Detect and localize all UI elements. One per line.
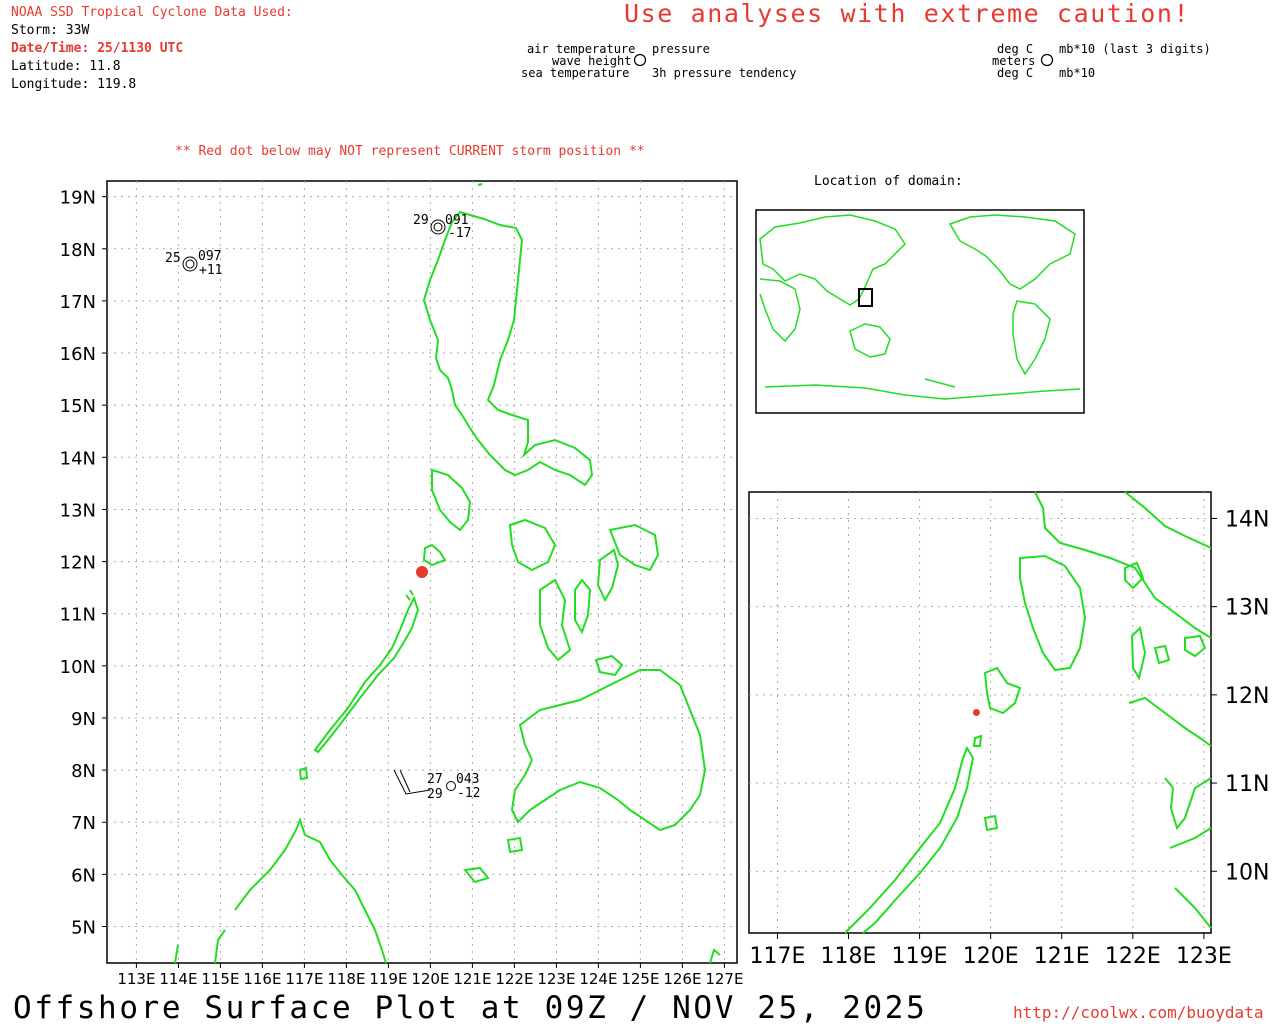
lon-label: 117E [285,970,323,988]
storm-longitude: Longitude: 119.8 [11,77,137,92]
lon-label: 123E [537,970,575,988]
obs-pressure: 097 [198,249,221,264]
obs-tendency: -12 [457,786,480,801]
storm-position-warning: ** Red dot below may NOT represent CURRE… [175,144,645,159]
obs-pressure: 043 [456,772,479,787]
lat-label: 8N [71,761,96,782]
lon-label: 115E [201,970,239,988]
zoom-lat-label: 12N [1225,684,1269,709]
lon-label: 119E [369,970,407,988]
plot-title: Offshore Surface Plot at 09Z / NOV 25, 2… [13,990,928,1026]
lat-label: 17N [60,292,96,313]
legend-pressure-tendency: 3h pressure tendency [652,66,797,80]
storm-datetime: Date/Time: 25/1130 UTC [11,41,184,56]
lat-label: 9N [71,709,96,730]
lon-label: 114E [159,970,197,988]
caution-banner: Use analyses with extreme caution! [624,0,1191,28]
legend-sea-temperature: sea temperature [521,66,630,80]
zoom-lon-label: 123E [1176,944,1232,969]
lon-label: 124E [579,970,617,988]
zoom-lat-label: 14N [1225,507,1269,532]
inset-title: Location of domain: [814,174,963,189]
storm-position-dot [416,566,428,578]
zoom-lon-label: 120E [963,944,1019,969]
main-lat-labels: 19N 18N 17N 16N 15N 14N 13N 12N 11N 10N 9N 8N 7N 6N 5N [60,188,96,939]
lon-label: 118E [327,970,365,988]
obs-air-temp: 29 [413,213,429,228]
lon-label: 126E [663,970,701,988]
lat-label: 5N [71,918,96,939]
lat-label: 14N [60,448,96,469]
zoom-storm-dot [972,709,980,716]
lon-label: 121E [453,970,491,988]
obs-tendency: +11 [199,263,222,278]
lat-label: 6N [71,865,96,886]
source-line: NOAA SSD Tropical Cyclone Data Used: [11,5,293,20]
zoom-lat-labels: 14N 13N 12N 11N 10N [1225,507,1269,885]
lat-label: 19N [60,188,96,209]
lat-label: 13N [60,500,96,521]
lat-label: 16N [60,344,96,365]
zoom-lon-labels: 117E 118E 119E 120E 121E 122E 123E [749,944,1231,969]
unit-mb-bottom: mb*10 [1059,66,1096,80]
zoom-lon-label: 121E [1034,944,1090,969]
storm-latitude: Latitude: 11.8 [11,59,121,74]
obs-sea-temp: 29 [427,787,443,802]
lat-label: 10N [60,657,96,678]
world-inset-map [755,209,1085,414]
zoom-lon-label: 122E [1105,944,1161,969]
lat-label: 18N [60,240,96,261]
lon-label: 125E [621,970,659,988]
storm-id: Storm: 33W [11,23,90,38]
zoom-lat-label: 13N [1225,596,1269,621]
site-url-link[interactable]: http://coolwx.com/buoydata [1013,1003,1263,1022]
main-map: 19N 18N 17N 16N 15N 14N 13N 12N 11N 10N 9N 8N 7N 6N 5N… [60,180,743,988]
lat-label: 12N [60,553,96,574]
zoom-lon-label: 119E [892,944,948,969]
unit-circle-icon [1040,53,1054,67]
station-circle-icon [633,53,647,67]
lat-label: 7N [71,813,96,834]
zoom-lat-label: 11N [1225,772,1269,797]
lat-label: 15N [60,396,96,417]
obs-air-temp: 25 [165,251,181,266]
lon-label: 113E [117,970,155,988]
lon-label: 127E [705,970,743,988]
obs-air-temp: 27 [427,772,443,787]
lon-label: 116E [243,970,281,988]
main-lon-labels: 113E 114E 115E 116E 117E 118E 119E 120E 121E 122E… [117,970,743,988]
zoom-lat-label: 10N [1225,860,1269,885]
unit-degc-bottom: deg C [997,66,1034,80]
lon-label: 120E [411,970,449,988]
legend-pressure: pressure [652,42,710,56]
lat-label: 11N [60,605,96,626]
lon-label: 122E [495,970,533,988]
obs-tendency: -17 [448,226,471,241]
unit-mb-top: mb*10 (last 3 digits) [1059,42,1211,56]
zoom-lon-label: 118E [821,944,877,969]
zoom-lon-label: 117E [749,944,805,969]
zoom-map: 14N 13N 12N 11N 10N 117E 118E 119E 120E 121E 122E… [748,491,1269,969]
